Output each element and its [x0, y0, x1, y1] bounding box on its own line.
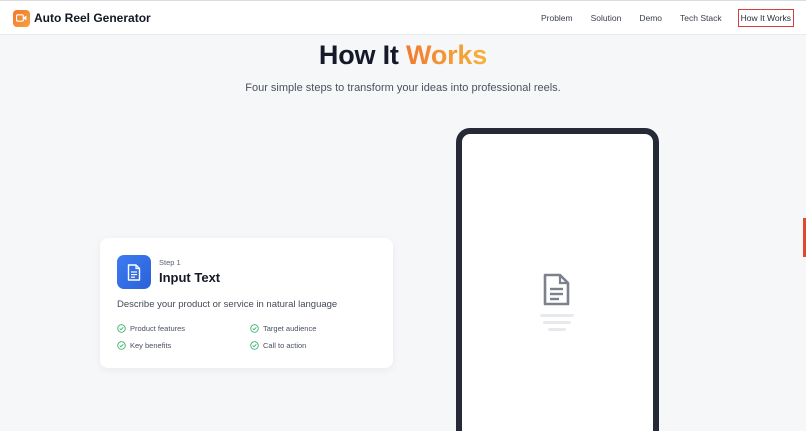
feature-item: Call to action [250, 341, 306, 350]
step-description: Describe your product or service in natu… [117, 299, 338, 310]
feature-item: Key benefits [117, 341, 171, 350]
step-card[interactable]: Step 1 Input Text Describe your product … [100, 238, 393, 368]
check-circle-icon [250, 341, 259, 350]
feature-label: Key benefits [130, 341, 172, 350]
section-title-accent: Works [406, 40, 488, 70]
step-title: Input Text [159, 270, 221, 285]
document-icon [542, 273, 571, 311]
check-circle-icon [250, 324, 259, 333]
placeholder-lines [537, 314, 577, 335]
top-navbar: Auto Reel Generator Problem Solution Dem… [0, 0, 806, 35]
nav-item-problem[interactable]: Problem [539, 10, 575, 26]
section-title: How It Works [0, 40, 806, 71]
brand-name: Auto Reel Generator [34, 11, 151, 25]
nav-item-tech-stack[interactable]: Tech Stack [678, 10, 724, 26]
feature-item: Product features [117, 324, 185, 333]
document-icon [117, 255, 151, 289]
phone-mockup [456, 128, 659, 431]
feature-item: Target audience [250, 324, 316, 333]
video-camera-icon [13, 9, 30, 27]
feature-label: Product features [130, 324, 186, 333]
nav-item-how-it-works[interactable]: How It Works [737, 9, 794, 27]
feature-label: Call to action [263, 341, 307, 350]
section-subtitle: Four simple steps to transform your idea… [245, 82, 561, 94]
brand[interactable]: Auto Reel Generator [13, 9, 151, 27]
step-number: Step 1 [159, 258, 181, 267]
section-title-main: How It [318, 40, 399, 70]
main-nav: Problem Solution Demo Tech Stack How It … [539, 9, 794, 27]
check-circle-icon [117, 341, 126, 350]
nav-item-demo[interactable]: Demo [637, 10, 664, 26]
nav-item-solution[interactable]: Solution [589, 10, 624, 26]
check-circle-icon [117, 324, 126, 333]
feature-label: Target audience [263, 324, 317, 333]
